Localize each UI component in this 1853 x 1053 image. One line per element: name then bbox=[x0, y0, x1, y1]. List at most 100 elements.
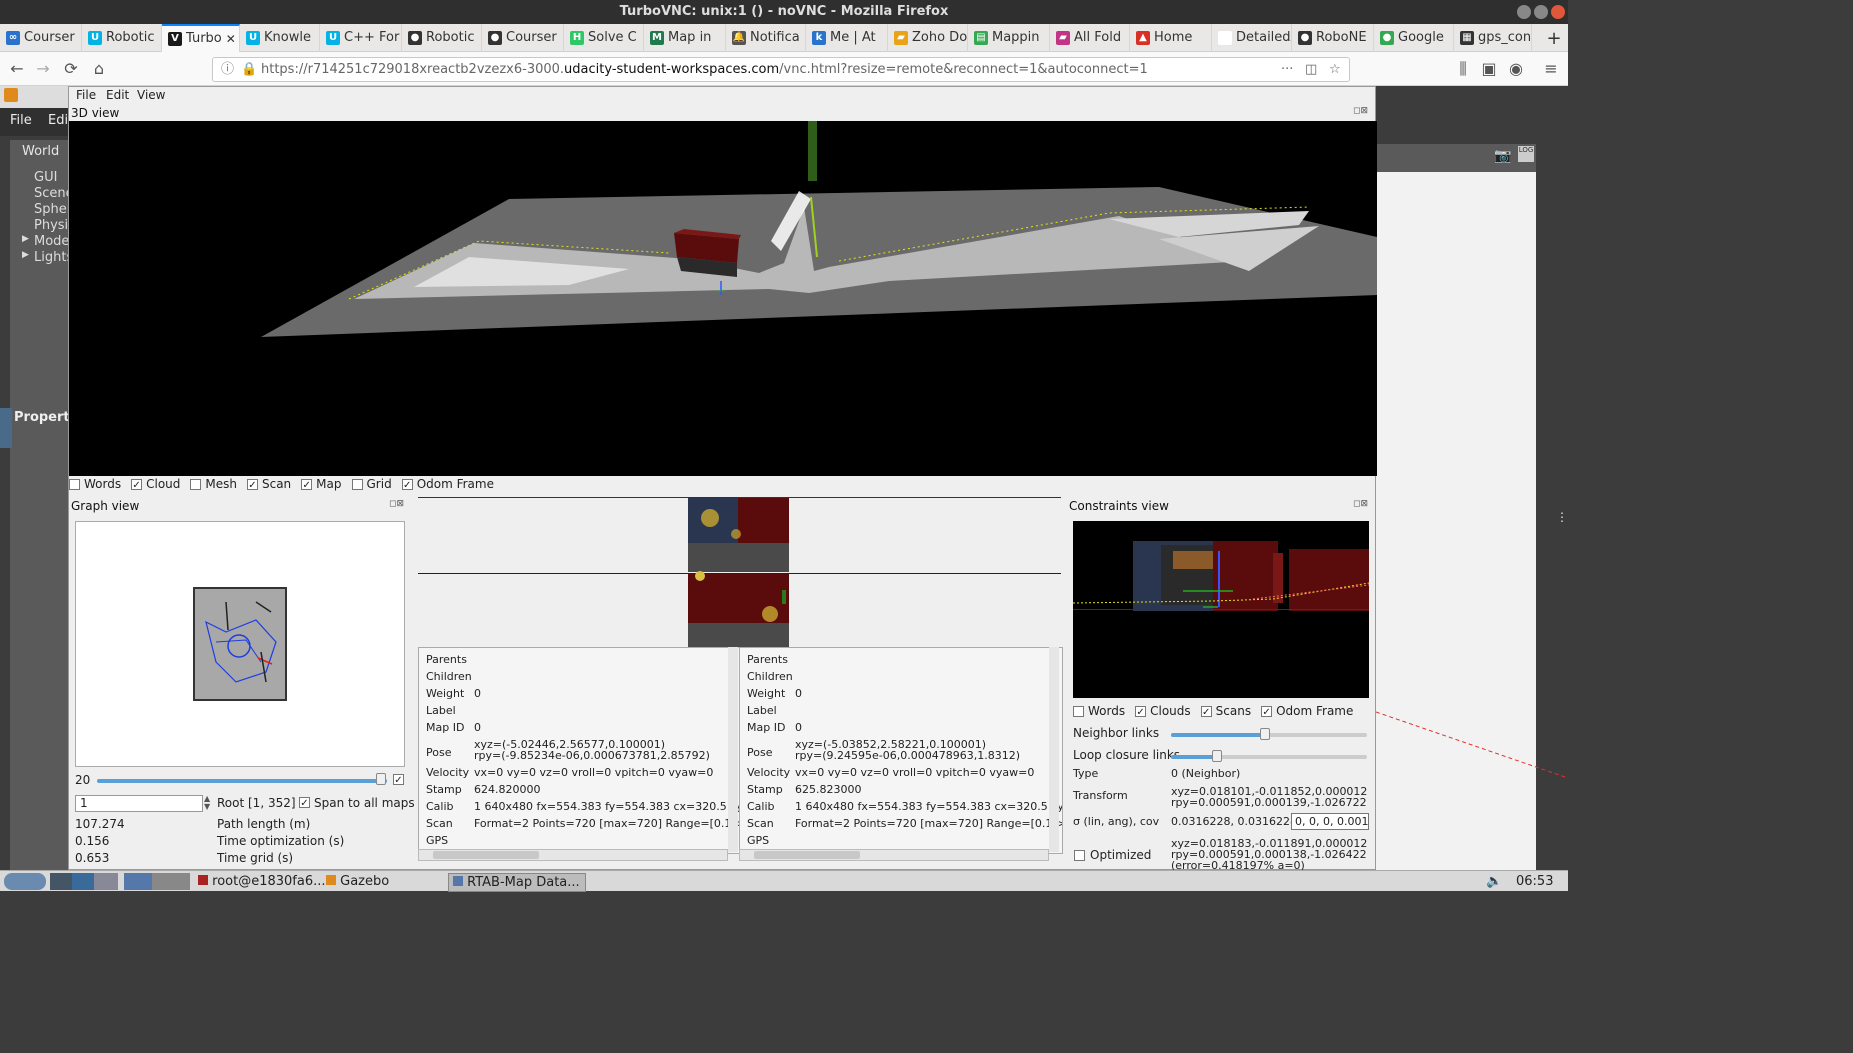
graph-slider-handle[interactable] bbox=[376, 773, 386, 785]
url-bar[interactable]: ⓘ 🔒 https://r714251c729018xreactb2vzezx6… bbox=[212, 57, 1350, 82]
rtab-menu-file[interactable]: File bbox=[76, 88, 96, 102]
new-tab-button[interactable]: + bbox=[1543, 28, 1565, 49]
neighbor-links-handle[interactable] bbox=[1260, 728, 1270, 740]
gazebo-world-tab[interactable]: World bbox=[22, 144, 59, 159]
covariance-input[interactable]: 0, 0, 0, 0.001] bbox=[1291, 813, 1369, 830]
right-hscroll-thumb[interactable] bbox=[754, 851, 860, 859]
reload-icon[interactable]: ⟳ bbox=[60, 58, 82, 80]
tree-item-models[interactable]: Mode bbox=[34, 234, 69, 249]
checkbox-box[interactable]: ✓ bbox=[246, 478, 258, 491]
root-spinner-icon[interactable]: ▲ ▼ bbox=[204, 795, 210, 811]
page-actions-icon[interactable]: ··· bbox=[1281, 58, 1293, 81]
volume-icon[interactable]: 🔈 bbox=[1482, 873, 1506, 890]
graph-slider-checkbox[interactable]: ✓ bbox=[393, 774, 404, 786]
checkbox-odom-frame[interactable]: ✓ Odom Frame bbox=[401, 477, 494, 491]
gazebo-menu-edit[interactable]: Edi bbox=[48, 113, 68, 128]
log-icon[interactable]: LOG bbox=[1518, 146, 1534, 162]
browser-tab[interactable]: V Turbo ✕ bbox=[162, 24, 240, 52]
gazebo-menu-file[interactable]: File bbox=[10, 113, 32, 128]
splitter-handle[interactable]: ⋮ bbox=[1556, 510, 1568, 524]
right-horizontal-scrollbar[interactable] bbox=[739, 849, 1049, 861]
graph-dock-icons[interactable]: ◻⊠ bbox=[389, 499, 404, 509]
browser-tab[interactable]: DetailedAc bbox=[1212, 24, 1292, 52]
left-hscroll-thumb[interactable] bbox=[433, 851, 539, 859]
camera-icon[interactable]: 📷 bbox=[1494, 148, 1511, 164]
launcher-icon[interactable] bbox=[50, 873, 74, 890]
browser-tab[interactable]: ▰ All Fold bbox=[1050, 24, 1130, 52]
right-vertical-scrollbar[interactable] bbox=[1049, 647, 1059, 852]
panel-toggle-handle[interactable] bbox=[0, 408, 12, 448]
tree-item-spherical[interactable]: Spher bbox=[34, 202, 72, 217]
browser-tab[interactable]: 🔔 Notifica bbox=[726, 24, 806, 52]
library-icon[interactable]: ⫼ bbox=[1452, 58, 1474, 80]
forward-icon[interactable]: → bbox=[32, 58, 54, 80]
checkbox-scans[interactable]: ✓ Scans bbox=[1200, 704, 1251, 718]
checkbox-box[interactable]: ✓ bbox=[1261, 705, 1273, 718]
checkbox-box[interactable] bbox=[351, 478, 363, 490]
checkbox-box[interactable] bbox=[69, 478, 80, 490]
browser-tab[interactable]: ▲ Home bbox=[1130, 24, 1212, 52]
checkbox-odom-frame[interactable]: ✓ Odom Frame bbox=[1261, 704, 1353, 718]
browser-tab[interactable]: M Map in bbox=[644, 24, 726, 52]
browser-tab[interactable]: ● Google bbox=[1374, 24, 1454, 52]
task-gazebo[interactable]: Gazebo bbox=[322, 873, 440, 890]
close-tab-icon[interactable]: ✕ bbox=[226, 26, 236, 52]
checkbox-map[interactable]: ✓ Map bbox=[301, 477, 342, 491]
info-icon[interactable]: ⓘ bbox=[221, 58, 234, 81]
browser-tab[interactable]: U Robotic bbox=[82, 24, 162, 52]
bookmark-star-icon[interactable]: ☆ bbox=[1329, 58, 1341, 81]
checkbox-mesh[interactable]: Mesh bbox=[190, 477, 237, 491]
optimized-checkbox[interactable] bbox=[1074, 850, 1085, 861]
span-maps-checkbox[interactable]: ✓ bbox=[299, 797, 310, 809]
loop-links-handle[interactable] bbox=[1212, 750, 1222, 762]
browser-tab[interactable]: U C++ For bbox=[320, 24, 402, 52]
checkbox-cloud[interactable]: ✓ Cloud bbox=[131, 477, 180, 491]
hamburger-menu-icon[interactable]: ≡ bbox=[1540, 58, 1562, 80]
checkbox-scan[interactable]: ✓ Scan bbox=[246, 477, 291, 491]
checkbox-box[interactable] bbox=[1073, 705, 1084, 717]
expand-arrow-icon[interactable]: ▶ bbox=[22, 234, 29, 244]
view3d-canvas[interactable] bbox=[69, 121, 1377, 476]
checkbox-box[interactable]: ✓ bbox=[1200, 705, 1212, 718]
task-rtabmap[interactable]: RTAB-Map Data... bbox=[448, 873, 586, 892]
left-vertical-scrollbar[interactable] bbox=[728, 647, 738, 852]
task-terminal[interactable]: root@e1830fa6... bbox=[194, 873, 332, 890]
browser-tab[interactable]: ▦ gps_con bbox=[1454, 24, 1532, 52]
browser-tab[interactable]: ● RoboNE bbox=[1292, 24, 1374, 52]
checkbox-box[interactable]: ✓ bbox=[1135, 705, 1147, 718]
home-icon[interactable]: ⌂ bbox=[88, 58, 110, 80]
graph-slider-track[interactable] bbox=[97, 779, 387, 783]
close-window-button[interactable] bbox=[1551, 5, 1565, 19]
root-input[interactable]: 1 bbox=[75, 795, 203, 812]
sidebar-icon[interactable]: ▣ bbox=[1478, 58, 1500, 80]
maximize-button[interactable] bbox=[1534, 5, 1548, 19]
expand-arrow-icon[interactable]: ▶ bbox=[22, 250, 29, 260]
browser-tab[interactable]: k Me | At bbox=[806, 24, 888, 52]
checkbox-box[interactable]: ✓ bbox=[301, 478, 313, 491]
checkbox-words[interactable]: Words bbox=[1073, 704, 1125, 718]
browser-tab[interactable]: ● Courser bbox=[482, 24, 564, 52]
dock-float-close-icons[interactable]: ◻⊠ bbox=[1353, 106, 1368, 116]
checkbox-box[interactable] bbox=[190, 478, 202, 490]
rtab-menu-edit[interactable]: Edit bbox=[106, 88, 129, 102]
checkbox-box[interactable]: ✓ bbox=[131, 478, 143, 491]
rtab-menu-view[interactable]: View bbox=[137, 88, 165, 102]
browser-launcher-icon[interactable] bbox=[72, 873, 96, 890]
checkbox-words[interactable]: Words bbox=[69, 477, 121, 491]
browser-tab[interactable]: ▤ Mappin bbox=[968, 24, 1050, 52]
constraints-dock-icons[interactable]: ◻⊠ bbox=[1353, 499, 1368, 509]
browser-tab[interactable]: ∞ Courser bbox=[0, 24, 82, 52]
pocket-icon[interactable]: ◫ bbox=[1305, 58, 1317, 81]
back-icon[interactable]: ← bbox=[6, 58, 28, 80]
start-menu-icon[interactable] bbox=[4, 873, 46, 890]
browser-tab[interactable]: U Knowle bbox=[240, 24, 320, 52]
constraints-canvas[interactable] bbox=[1073, 521, 1369, 698]
minimize-button[interactable] bbox=[1517, 5, 1531, 19]
left-horizontal-scrollbar[interactable] bbox=[418, 849, 728, 861]
browser-tab[interactable]: ▰ Zoho Do bbox=[888, 24, 968, 52]
tree-item-gui[interactable]: GUI bbox=[34, 170, 57, 185]
checkbox-grid[interactable]: Grid bbox=[351, 477, 392, 491]
graph-view-canvas[interactable] bbox=[75, 521, 405, 767]
browser-tab[interactable]: ● Robotic bbox=[402, 24, 482, 52]
workspace-2-icon[interactable] bbox=[152, 873, 190, 890]
